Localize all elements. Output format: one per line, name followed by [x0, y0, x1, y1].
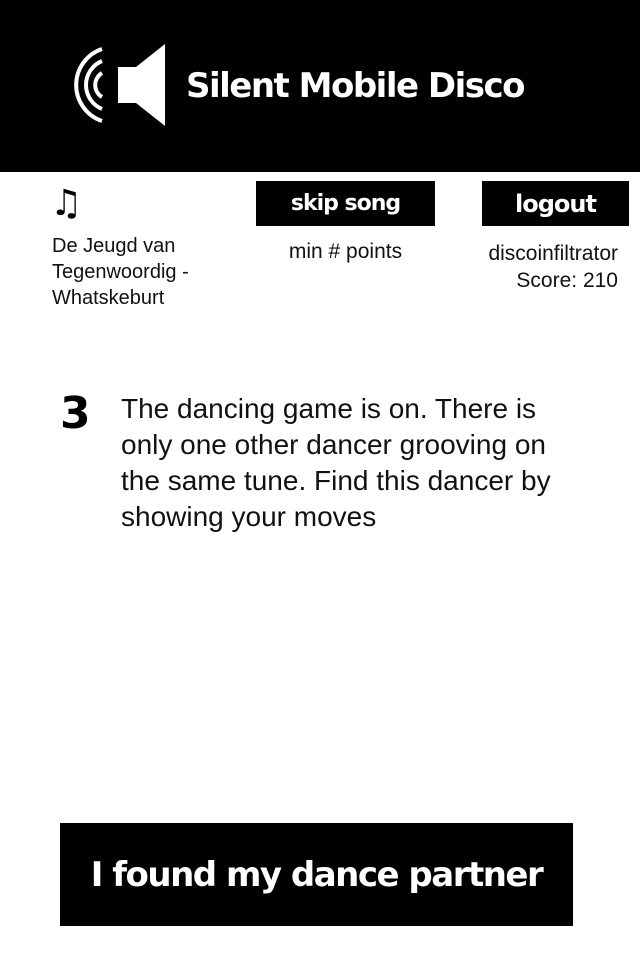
music-note-icon: ♫	[50, 183, 83, 224]
app-title: Silent Mobile Disco	[186, 66, 526, 106]
step-number: 3	[60, 388, 91, 439]
found-partner-button[interactable]: I found my dance partner	[60, 823, 573, 926]
username: discoinfiltrator	[488, 242, 618, 265]
user-score: Score: 210	[516, 269, 618, 292]
skip-song-hint: min # points	[288, 240, 403, 263]
logout-button[interactable]: logout	[482, 181, 629, 226]
now-playing-song: De Jeugd van Tegenwoordig - Whatskeburt	[52, 235, 189, 309]
app-header: Silent Mobile Disco	[0, 0, 640, 172]
skip-song-button[interactable]: skip song	[256, 181, 435, 226]
game-instructions: The dancing game is on. There is only on…	[121, 393, 551, 532]
speaker-sound-icon	[74, 44, 165, 126]
